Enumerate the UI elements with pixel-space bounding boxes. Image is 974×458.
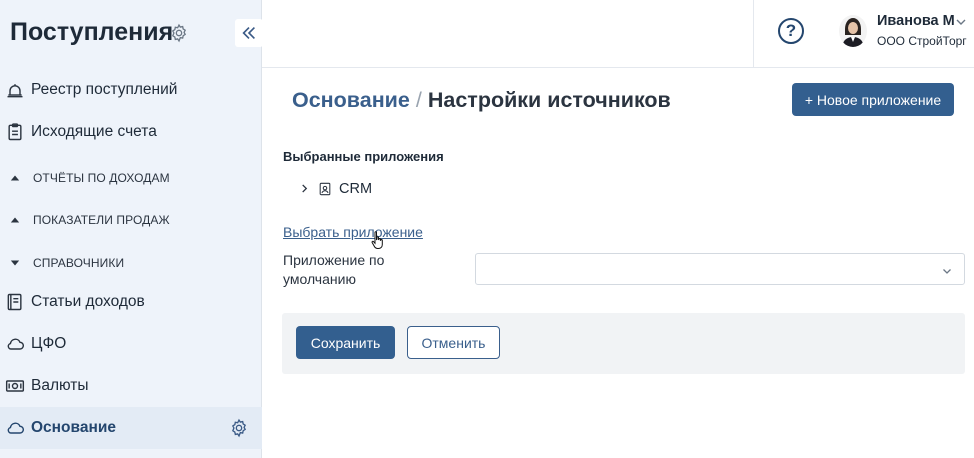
user-organization: ООО СтройТорг [877, 34, 967, 48]
sidebar-group-income-reports[interactable]: ОТЧЁТЫ ПО ДОХОДАМ [0, 157, 262, 199]
breadcrumb-separator: / [415, 88, 422, 112]
sidebar-item-currencies[interactable]: Валюты [0, 365, 262, 407]
app-root: Поступления Реестр поступлений Исходящие… [0, 0, 974, 458]
sidebar-item-label: Основание [31, 419, 116, 436]
sidebar-item-label: Валюты [31, 377, 89, 394]
help-button[interactable]: ? [778, 18, 804, 44]
chevron-down-icon[interactable] [955, 15, 967, 27]
sidebar-header: Поступления [0, 0, 263, 66]
caret-down-icon [8, 252, 22, 274]
cancel-button[interactable]: Отменить [407, 326, 500, 359]
new-app-button[interactable]: + Новое приложение [792, 83, 954, 116]
clipboard-icon [4, 121, 26, 143]
sidebar: Поступления Реестр поступлений Исходящие… [0, 0, 263, 458]
sidebar-group-directories[interactable]: СПРАВОЧНИКИ [0, 242, 262, 284]
caret-up-icon [8, 167, 22, 189]
default-app-select[interactable] [475, 253, 965, 285]
collapse-sidebar-button[interactable] [235, 19, 263, 47]
sidebar-item-label: Исходящие счета [31, 123, 157, 140]
sidebar-group-sales-metrics[interactable]: ПОКАЗАТЕЛИ ПРОДАЖ [0, 199, 262, 241]
cloud-icon [4, 333, 26, 355]
selected-apps-title: Выбранные приложения [283, 149, 444, 164]
default-app-label: Приложение по умолчанию [283, 252, 385, 287]
top-bar: ? Иванова М ООО СтройТорг [262, 0, 974, 68]
save-button[interactable]: Сохранить [296, 326, 395, 359]
sidebar-item-income-items[interactable]: Статьи доходов [0, 281, 262, 323]
divider [753, 0, 754, 68]
breadcrumb: Основание / Настройки источников [292, 88, 671, 113]
chevron-down-icon[interactable] [942, 263, 952, 274]
banknote-icon [4, 375, 26, 397]
selected-app-item[interactable]: CRM [300, 180, 372, 198]
section-title: Поступления [10, 18, 174, 46]
sidebar-item-receipts-registry[interactable]: Реестр поступлений [0, 69, 262, 111]
caret-up-icon [8, 209, 22, 231]
double-chevron-left-icon [242, 27, 255, 39]
sidebar-item-outgoing-invoices[interactable]: Исходящие счета [0, 111, 262, 153]
sidebar-item-cfo[interactable]: ЦФО [0, 323, 262, 365]
page-title: Настройки источников [427, 88, 671, 112]
form-actions: Сохранить Отменить [282, 313, 965, 374]
sidebar-group-label: СПРАВОЧНИКИ [33, 256, 125, 270]
selected-app-label: CRM [339, 181, 373, 197]
user-name[interactable]: Иванова М [877, 13, 955, 29]
chevron-right-icon[interactable] [300, 182, 310, 196]
breadcrumb-link[interactable]: Основание [292, 88, 410, 112]
sidebar-item-label: ЦФО [31, 335, 67, 352]
contact-card-icon [318, 182, 332, 196]
gear-icon[interactable] [229, 418, 249, 438]
book-icon [4, 291, 26, 313]
avatar[interactable] [839, 15, 867, 47]
choose-app-link[interactable]: Выбрать приложение [283, 224, 423, 240]
sidebar-group-label: ОТЧЁТЫ ПО ДОХОДАМ [33, 171, 170, 185]
gear-icon[interactable] [169, 23, 189, 43]
bell-icon [4, 79, 26, 101]
sidebar-item-label: Статьи доходов [31, 293, 145, 310]
sidebar-item-basis[interactable]: Основание [0, 407, 262, 449]
hand-pointer-icon [370, 230, 386, 250]
cloud-icon [4, 417, 26, 439]
sidebar-group-label: ПОКАЗАТЕЛИ ПРОДАЖ [33, 213, 170, 227]
sidebar-item-label: Реестр поступлений [31, 81, 178, 98]
main-content: Основание / Настройки источников + Новое п… [262, 68, 974, 458]
